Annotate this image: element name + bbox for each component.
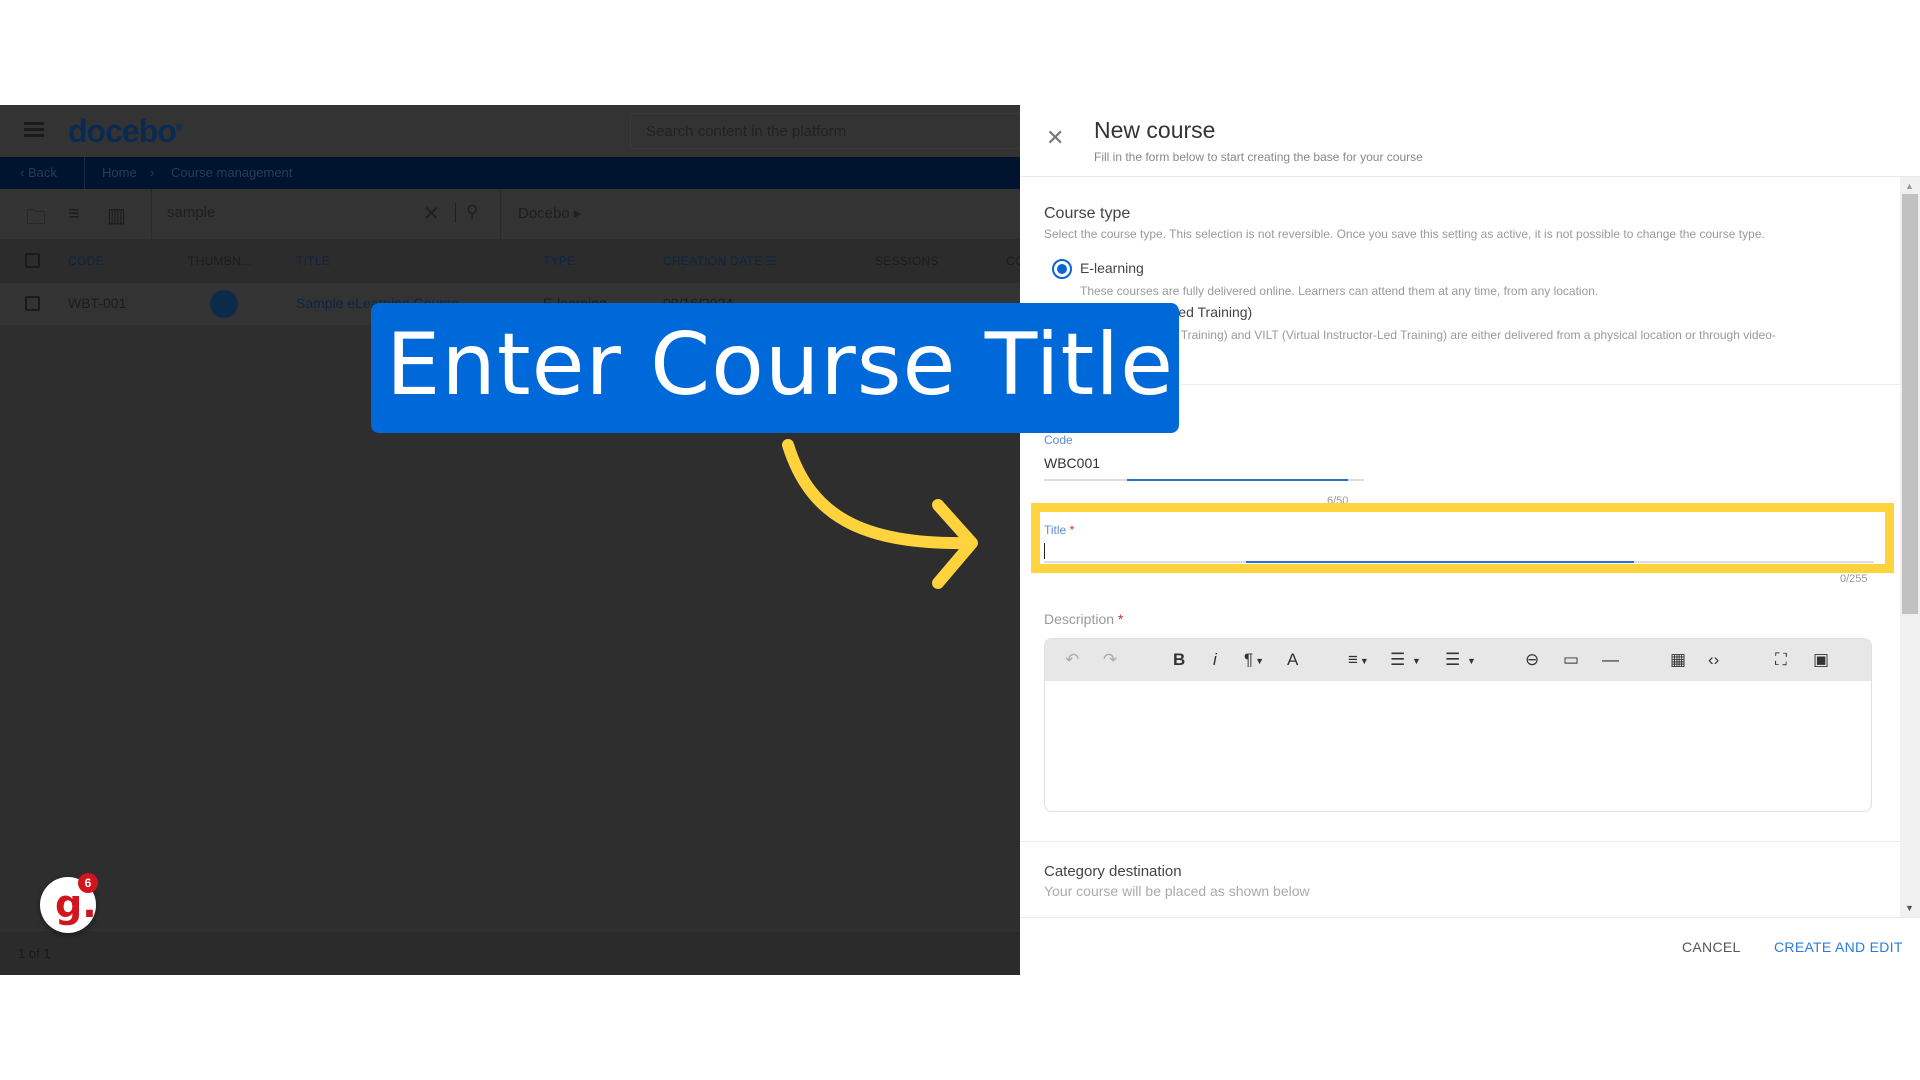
notification-count-badge: 6 <box>78 873 98 893</box>
option-desc-e-learning: These courses are fully delivered online… <box>1080 284 1599 298</box>
bold-icon[interactable]: B <box>1173 650 1185 670</box>
option-desc-ilt: ILT (Instructor-Led Training) and VILT (… <box>1080 328 1776 342</box>
code-input[interactable]: WBC001 <box>1044 455 1100 471</box>
table-header: CODE THUMBN... TITLE TYPE CREATION DATE … <box>0 239 1020 283</box>
column-header-truncated[interactable]: CO <box>1006 254 1020 268</box>
catalog-scope-selector[interactable]: Docebo ▸ <box>518 204 581 222</box>
video-icon[interactable]: ▭ <box>1563 650 1579 670</box>
clear-icon[interactable]: ✕ <box>423 201 440 226</box>
breadcrumb-chevron-icon: › <box>150 165 155 180</box>
column-header-sessions[interactable]: SESSIONS <box>875 254 939 268</box>
column-header-title[interactable]: TITLE <box>296 254 330 268</box>
title-field-highlight <box>1031 503 1894 573</box>
unordered-list-icon[interactable]: ☰ ▼ <box>1445 650 1476 670</box>
screen: docebo® Search content in the platform ‹… <box>0 105 1920 975</box>
filter-icon[interactable]: ≡ <box>68 203 80 226</box>
panel-scrollbar[interactable]: ▲ ▼ <box>1900 177 1920 917</box>
create-and-edit-button[interactable]: CREATE AND EDIT <box>1774 939 1903 955</box>
divider <box>151 189 152 239</box>
horizontal-line-icon[interactable]: — <box>1602 650 1619 670</box>
column-header-creation-date[interactable]: CREATION DATE ☰ <box>663 254 777 268</box>
scroll-down-icon[interactable]: ▼ <box>1905 903 1914 913</box>
scroll-up-icon[interactable]: ▲ <box>1905 181 1914 191</box>
description-editor[interactable]: ↶ ↷ B i ¶ ▼ A ≡ ▼ ☰ ▼ ☰ ▼ ⊖ ▭ — ▦ ‹› ⛶ ▣ <box>1044 638 1872 812</box>
curved-arrow-icon <box>782 439 978 589</box>
ordered-list-icon[interactable]: ☰ ▼ <box>1390 650 1421 670</box>
course-type-subtitle: Select the course type. This selection i… <box>1044 227 1765 241</box>
search-icon[interactable]: ⚲ <box>466 202 478 222</box>
paragraph-format-icon[interactable]: ¶ ▼ <box>1244 650 1264 670</box>
filter-search-input[interactable]: sample <box>167 204 215 221</box>
fullscreen-icon[interactable]: ⛶ <box>1775 650 1787 670</box>
description-label: Description * <box>1044 611 1124 627</box>
divider <box>500 189 501 239</box>
folder-icon[interactable]: 🗀 <box>26 203 46 237</box>
column-header-code[interactable]: CODE <box>68 254 104 268</box>
breadcrumb: ‹ Back Home › Course management <box>0 157 1020 189</box>
top-bar: docebo® Search content in the platform <box>0 105 1020 157</box>
panel-footer: CANCEL CREATE AND EDIT <box>1020 917 1920 975</box>
code-input-underline <box>1044 479 1364 481</box>
align-icon[interactable]: ≡ ▼ <box>1348 650 1369 670</box>
column-header-type[interactable]: TYPE <box>543 254 576 268</box>
text-color-icon[interactable]: A <box>1287 650 1298 670</box>
menu-icon[interactable] <box>24 122 44 138</box>
course-thumbnail <box>210 290 238 318</box>
global-search-input[interactable]: Search content in the platform <box>630 113 1020 149</box>
guide-assistant-button[interactable]: g. 6 <box>40 873 98 933</box>
scrollbar-thumb[interactable] <box>1902 194 1918 614</box>
title-char-counter: 0/255 <box>1840 573 1868 585</box>
course-type-title: Course type <box>1044 205 1131 222</box>
panel-subtitle: Fill in the form below to start creating… <box>1094 150 1423 164</box>
italic-icon[interactable]: i <box>1213 650 1217 670</box>
table-icon[interactable]: ▦ <box>1670 650 1686 670</box>
option-label-e-learning[interactable]: E-learning <box>1080 260 1144 276</box>
select-all-checkbox[interactable] <box>25 253 40 268</box>
code-field-label: Code <box>1044 433 1073 447</box>
editor-toolbar: ↶ ↷ B i ¶ ▼ A ≡ ▼ ☰ ▼ ☰ ▼ ⊖ ▭ — ▦ ‹› ⛶ ▣ <box>1045 639 1871 681</box>
category-subtitle: Your course will be placed as shown belo… <box>1044 883 1310 899</box>
back-link[interactable]: ‹ Back <box>20 165 57 180</box>
code-view-icon[interactable]: ‹› <box>1708 650 1719 670</box>
list-toolbar: 🗀 ≡ ▥ sample ✕ ⚲ Docebo ▸ <box>0 189 1020 239</box>
divider <box>455 203 456 223</box>
close-icon[interactable]: ✕ <box>1046 125 1064 151</box>
link-icon[interactable]: ⊖ <box>1525 650 1539 670</box>
undo-icon[interactable]: ↶ <box>1065 650 1079 670</box>
divider <box>1020 841 1900 842</box>
columns-icon[interactable]: ▥ <box>107 203 126 228</box>
tutorial-callout: Enter Course Title <box>371 303 1179 433</box>
chevron-right-icon: ▸ <box>573 205 582 222</box>
cancel-button[interactable]: CANCEL <box>1682 939 1741 955</box>
column-header-thumbnail[interactable]: THUMBN... <box>188 254 252 268</box>
image-icon[interactable]: ▣ <box>1813 650 1829 670</box>
cell-code: WBT-001 <box>68 295 127 311</box>
panel-header: ✕ New course Fill in the form below to s… <box>1020 105 1920 177</box>
sort-icon: ☰ <box>766 254 778 268</box>
table-footer: 1 of 1 <box>0 930 1020 975</box>
breadcrumb-home[interactable]: Home <box>102 165 137 180</box>
breadcrumb-current: Course management <box>171 165 293 180</box>
row-checkbox[interactable] <box>25 296 40 311</box>
radio-e-learning[interactable] <box>1052 259 1072 279</box>
redo-icon[interactable]: ↷ <box>1103 650 1117 670</box>
divider <box>84 157 85 189</box>
category-title: Category destination <box>1044 863 1182 880</box>
pagination-label: 1 of 1 <box>18 946 51 961</box>
panel-title: New course <box>1094 117 1216 143</box>
docebo-logo[interactable]: docebo® <box>68 113 183 150</box>
